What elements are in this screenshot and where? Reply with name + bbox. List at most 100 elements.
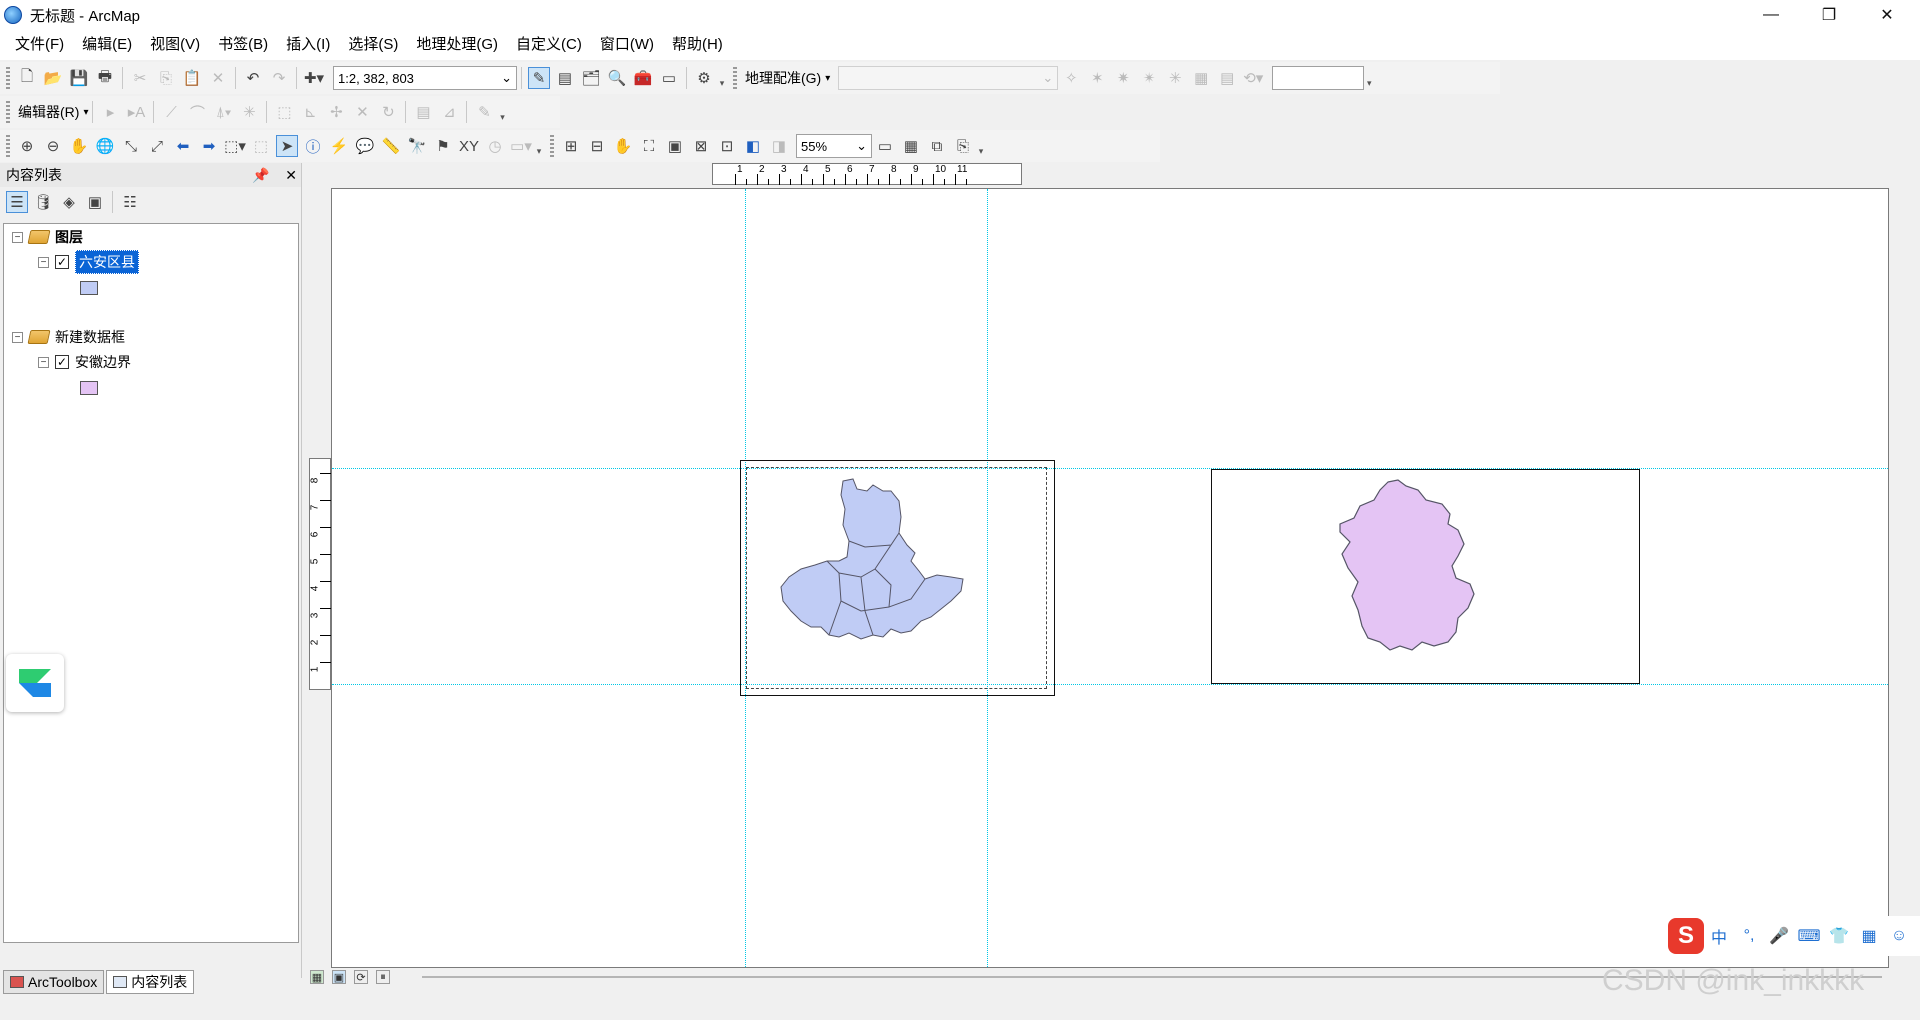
georeferencing-menu[interactable]: 地理配准(G) bbox=[741, 68, 825, 88]
zoom-100-icon[interactable]: ▣ bbox=[664, 135, 686, 157]
save-button[interactable]: 💾 bbox=[68, 67, 90, 89]
fixed-zoom-in-icon[interactable]: ⤡ bbox=[120, 135, 142, 157]
fixed-zoom-out-layout-icon[interactable]: ⊡ bbox=[716, 135, 738, 157]
data-view-button[interactable]: ▦ bbox=[310, 970, 324, 984]
zoom-out-icon[interactable]: ⊖ bbox=[42, 135, 64, 157]
georeference-layer-combo[interactable]: ⌄ bbox=[838, 66, 1059, 90]
go-to-xy-icon[interactable]: XY bbox=[458, 135, 480, 157]
data-frame-liuan[interactable] bbox=[740, 460, 1055, 696]
skin-icon[interactable]: 👕 bbox=[1824, 926, 1854, 946]
python-window-button[interactable]: ▭ bbox=[658, 67, 680, 89]
collapse-icon[interactable]: − bbox=[12, 331, 23, 343]
toolbar-options-icon[interactable]: ▾ bbox=[534, 135, 544, 157]
layer-name[interactable]: 六安区县 bbox=[75, 250, 139, 274]
close-button[interactable]: ✕ bbox=[1858, 0, 1916, 30]
point-icon[interactable]: ✳ bbox=[238, 101, 260, 123]
open-button[interactable]: 📂 bbox=[42, 67, 64, 89]
select-features-icon[interactable]: ⬚▾ bbox=[224, 135, 246, 157]
cut-polygons-icon[interactable]: ✢ bbox=[325, 101, 347, 123]
toolbar-options-icon[interactable]: ▾ bbox=[976, 135, 986, 157]
go-back-extent-icon[interactable]: ◧ bbox=[742, 135, 764, 157]
scale-icon[interactable]: ✴ bbox=[1138, 67, 1160, 89]
minimize-button[interactable]: — bbox=[1742, 0, 1800, 30]
select-elements-icon[interactable]: ➤ bbox=[276, 135, 298, 157]
toc-options-icon[interactable]: ☷ bbox=[119, 191, 141, 213]
guide-line[interactable] bbox=[332, 684, 1888, 685]
redo-button[interactable]: ↷ bbox=[268, 67, 290, 89]
layout-view[interactable]: 1 2 3 4 5 6 7 8 9 10 11 8 7 6 5 4 3 2 1 bbox=[306, 163, 1920, 978]
toolbar-grip[interactable] bbox=[733, 67, 737, 89]
vertical-ruler[interactable]: 8 7 6 5 4 3 2 1 bbox=[309, 458, 331, 690]
html-popup-icon[interactable]: 💬 bbox=[354, 135, 376, 157]
straight-segment-icon[interactable]: ⟋ bbox=[160, 101, 182, 123]
data-driven-pages-icon[interactable]: ⎘ bbox=[952, 135, 974, 157]
ime-punctuation[interactable]: °, bbox=[1734, 927, 1764, 945]
layer-row-liuan[interactable]: − ✓ 六安区县 bbox=[38, 250, 139, 274]
arctoolbox-button[interactable]: 🧰 bbox=[632, 67, 654, 89]
clear-selection-icon[interactable]: ⬚ bbox=[250, 135, 272, 157]
trace-icon[interactable]: ⍋▾ bbox=[212, 101, 234, 123]
rotate-icon[interactable]: ✶ bbox=[1086, 67, 1108, 89]
collapse-icon[interactable]: − bbox=[38, 256, 49, 268]
delete-button[interactable]: ✕ bbox=[207, 67, 229, 89]
menu-bookmarks[interactable]: 书签(B) bbox=[209, 30, 277, 60]
menu-edit[interactable]: 编辑(E) bbox=[73, 30, 141, 60]
focus-data-frame-icon[interactable]: ▦ bbox=[900, 135, 922, 157]
forward-arrow-icon[interactable]: ➡ bbox=[198, 135, 220, 157]
full-extent-icon[interactable]: 🌐 bbox=[94, 135, 116, 157]
list-by-selection-icon[interactable]: ▣ bbox=[84, 191, 106, 213]
fixed-zoom-out-icon[interactable]: ⤢ bbox=[146, 135, 168, 157]
menu-view[interactable]: 视图(V) bbox=[141, 30, 209, 60]
add-data-button[interactable]: ✚▾ bbox=[303, 67, 325, 89]
view-link-table-icon[interactable]: ▦ bbox=[1190, 67, 1212, 89]
rectify-icon[interactable]: ▤ bbox=[1216, 67, 1238, 89]
georef-measure-field[interactable] bbox=[1272, 66, 1365, 90]
layout-page[interactable] bbox=[331, 188, 1889, 968]
edit-annotation-icon[interactable]: ▸A bbox=[125, 101, 147, 123]
toolbar-options-icon[interactable]: ▾ bbox=[1364, 67, 1374, 89]
map-scale-combo[interactable]: 1:2, 382, 803 ⌄ bbox=[333, 66, 517, 90]
list-by-visibility-icon[interactable]: ◈ bbox=[58, 191, 80, 213]
toolbar-grip[interactable] bbox=[6, 67, 10, 89]
model-builder-button[interactable]: ⚙ bbox=[693, 67, 715, 89]
undo-button[interactable]: ↶ bbox=[242, 67, 264, 89]
menu-insert[interactable]: 插入(I) bbox=[277, 30, 339, 60]
layout-zoom-out-icon[interactable]: ⊟ bbox=[586, 135, 608, 157]
new-document-button[interactable]: 🗋 bbox=[16, 67, 38, 89]
add-control-points-icon[interactable]: ✧ bbox=[1060, 67, 1082, 89]
menu-windows[interactable]: 窗口(W) bbox=[591, 30, 663, 60]
refresh-icon[interactable]: ⟳ bbox=[354, 970, 368, 984]
identify-icon[interactable]: ⓘ bbox=[302, 135, 324, 157]
pan-icon[interactable]: ✋ bbox=[68, 135, 90, 157]
menu-customize[interactable]: 自定义(C) bbox=[507, 30, 591, 60]
menu-geoprocessing[interactable]: 地理处理(G) bbox=[407, 30, 507, 60]
data-frame-anhui[interactable] bbox=[1211, 469, 1640, 684]
layer-symbol-swatch[interactable] bbox=[80, 381, 98, 395]
keyboard-icon[interactable]: ⌨ bbox=[1794, 926, 1824, 946]
sketch-properties-icon[interactable]: ⊿ bbox=[438, 101, 460, 123]
zoom-in-icon[interactable]: ⊕ bbox=[16, 135, 38, 157]
end-point-arc-icon[interactable]: ⌒ bbox=[186, 101, 208, 123]
data-frame-row-new[interactable]: − 新建数据框 bbox=[12, 326, 125, 348]
tab-arctoolbox[interactable]: ArcToolbox bbox=[3, 970, 105, 994]
toolbar-grip[interactable] bbox=[6, 101, 10, 123]
auto-register-icon[interactable]: ✳ bbox=[1164, 67, 1186, 89]
cut-button[interactable]: ✂ bbox=[129, 67, 151, 89]
pin-icon[interactable]: 📌 bbox=[252, 167, 269, 183]
find-route-icon[interactable]: ⚑ bbox=[432, 135, 454, 157]
layout-pan-icon[interactable]: ✋ bbox=[612, 135, 634, 157]
toolbar-grip[interactable] bbox=[550, 135, 554, 157]
toolbar-options-icon[interactable]: ▾ bbox=[717, 67, 727, 89]
restore-button[interactable]: ❐ bbox=[1800, 0, 1858, 30]
search-window-button[interactable]: 🔍 bbox=[606, 67, 628, 89]
layout-view-button[interactable]: ▣ bbox=[332, 970, 346, 984]
toolbar-options-icon[interactable]: ▾ bbox=[497, 101, 507, 123]
layer-visibility-checkbox[interactable]: ✓ bbox=[55, 355, 69, 369]
print-button[interactable]: 🖶 bbox=[94, 67, 116, 89]
catalog-window-button[interactable]: 🗂 bbox=[580, 67, 602, 89]
ime-chinese-mode[interactable]: 中 bbox=[1704, 924, 1734, 948]
zoom-whole-page-icon[interactable]: ⛶ bbox=[638, 135, 660, 157]
emoji-icon[interactable]: ☺ bbox=[1884, 927, 1914, 945]
layer-name[interactable]: 安徽边界 bbox=[75, 352, 131, 372]
horizontal-ruler[interactable]: 1 2 3 4 5 6 7 8 9 10 11 bbox=[712, 163, 1022, 185]
